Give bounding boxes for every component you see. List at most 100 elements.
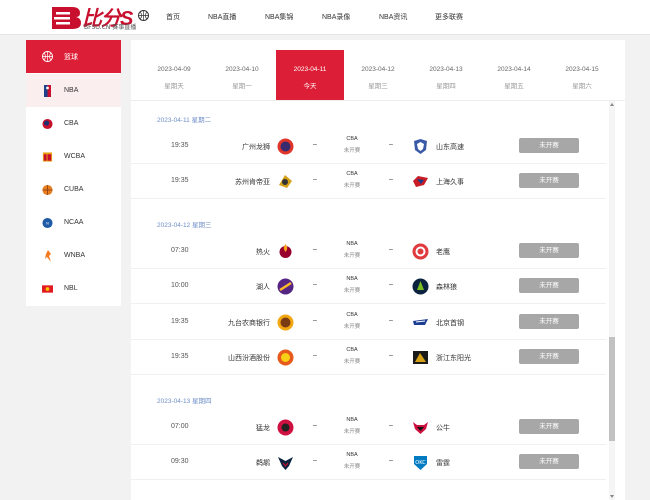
match-status-button[interactable]: 未开赛 — [519, 173, 579, 188]
date-tab-weekday: 星期三 — [368, 83, 388, 90]
home-team-logo-icon — [277, 419, 294, 436]
nbl-logo-icon — [42, 283, 53, 294]
home-team-logo-icon — [278, 457, 293, 470]
match-time: 10:00 — [171, 282, 189, 289]
date-tab[interactable]: 2023-04-15 星期六 — [548, 50, 616, 100]
score-separator: – — [389, 422, 393, 429]
sidebar-item-nba[interactable]: NBA — [26, 74, 121, 107]
score-separator: – — [389, 352, 393, 359]
site-header: 比分S BFSO.CN 赛事直播 首页 NBA直播 NBA集锦 NBA录像 NB… — [0, 0, 650, 35]
sidebar-item-cuba[interactable]: CUBA — [26, 173, 121, 206]
date-tab[interactable]: 2023-04-13 星期四 — [412, 50, 480, 100]
match-time: 07:30 — [171, 247, 189, 254]
cuba-logo-icon — [42, 184, 53, 195]
sidebar-item-wcba[interactable]: WCBA — [26, 140, 121, 173]
away-team-logo-icon — [413, 319, 428, 325]
home-team-name: 湖人 — [256, 284, 270, 291]
sidebar-item-label: CUBA — [64, 186, 84, 193]
home-team-name: 苏州肯帝亚 — [235, 179, 270, 186]
date-tab-today[interactable]: 2023-04-11 今天 — [276, 50, 344, 100]
date-tab-date: 2023-04-15 — [565, 66, 599, 73]
date-tab[interactable]: 2023-04-12 星期三 — [344, 50, 412, 100]
date-tab-weekday: 星期四 — [436, 83, 456, 90]
match-row[interactable]: 07:00 猛龙 – NBA 未开赛 – 公牛 未开赛 — [131, 410, 606, 445]
score-separator: – — [313, 457, 317, 464]
sidebar-item-nbl[interactable]: NBL — [26, 272, 121, 305]
match-status-button[interactable]: 未开赛 — [519, 138, 579, 153]
nav-nba-replays[interactable]: NBA录像 — [322, 0, 350, 35]
score-separator: – — [313, 176, 317, 183]
home-team-logo-icon — [279, 175, 292, 188]
date-tab-weekday: 今天 — [303, 83, 317, 90]
away-team-name: 公牛 — [436, 425, 450, 432]
score-separator: – — [389, 141, 393, 148]
sidebar-item-wnba[interactable]: WNBA — [26, 239, 121, 272]
league-sidebar: 篮球 NBA CBA WCBA CUBA N NCAA WNBA NBL — [26, 40, 121, 306]
away-team-name: 北京首钢 — [436, 320, 464, 327]
wcba-logo-icon — [42, 151, 53, 162]
sidebar-item-basketball[interactable]: 篮球 — [26, 40, 121, 73]
basketball-icon — [42, 51, 53, 62]
scroll-thumb[interactable] — [609, 337, 615, 441]
away-team-logo-icon — [412, 243, 429, 260]
day-header[interactable]: 2023-04-13 星期四 — [157, 395, 212, 405]
match-row[interactable]: 09:30 鹈鹕 – NBA 未开赛 – OKC 雷霆 未开赛 — [131, 445, 606, 480]
away-team-name: 山东高速 — [436, 144, 464, 151]
date-tab-date: 2023-04-13 — [429, 66, 463, 73]
sidebar-item-ncaa[interactable]: N NCAA — [26, 206, 121, 239]
date-tab-date: 2023-04-09 — [157, 66, 191, 73]
league-label: NBA — [346, 276, 358, 282]
list-scrollbar[interactable] — [609, 101, 615, 500]
date-tab[interactable]: 2023-04-09 星期天 — [140, 50, 208, 100]
date-tab-date: 2023-04-14 — [497, 66, 531, 73]
nav-nba-live[interactable]: NBA直播 — [208, 0, 236, 35]
match-status-button[interactable]: 未开赛 — [519, 349, 579, 364]
home-team-logo-icon — [277, 314, 294, 331]
match-status-button[interactable]: 未开赛 — [519, 454, 579, 469]
league-label: CBA — [346, 136, 358, 142]
svg-text:OKC: OKC — [415, 460, 426, 466]
score-separator: – — [389, 317, 393, 324]
sidebar-item-cba[interactable]: CBA — [26, 107, 121, 140]
score-separator: – — [313, 352, 317, 359]
match-row[interactable]: 19:35 山西汾酒股份 – CBA 未开赛 – 浙江东阳光 未开赛 — [131, 340, 606, 375]
match-status-button[interactable]: 未开赛 — [519, 419, 579, 434]
match-row[interactable]: 10:00 湖人 – NBA 未开赛 – 森林狼 未开赛 — [131, 269, 606, 304]
score-separator: – — [389, 457, 393, 464]
match-row[interactable]: 19:35 广州龙狮 – CBA 未开赛 – 山东高速 未开赛 — [131, 129, 606, 164]
scroll-up-arrow-icon[interactable] — [610, 103, 614, 106]
match-time: 19:35 — [171, 177, 189, 184]
league-label: CBA — [346, 347, 358, 353]
date-tab[interactable]: 2023-04-14 星期五 — [480, 50, 548, 100]
match-state: 未开赛 — [343, 288, 361, 294]
nav-nba-highlights[interactable]: NBA集锦 — [265, 0, 293, 35]
match-row[interactable]: 19:35 苏州肯帝亚 – CBA 未开赛 – 上海久事 未开赛 — [131, 164, 606, 199]
match-status-button[interactable]: 未开赛 — [519, 243, 579, 258]
schedule-panel: 2023-04-09 星期天 2023-04-10 星期一 2023-04-11… — [131, 40, 625, 500]
nav-home[interactable]: 首页 — [166, 0, 180, 35]
home-team-name: 山西汾酒股份 — [228, 355, 270, 362]
match-row[interactable]: 07:30 热火 – NBA 未开赛 – 老鹰 未开赛 — [131, 234, 606, 269]
nav-nba-news[interactable]: NBA资讯 — [379, 0, 407, 35]
nav-more-leagues[interactable]: 更多联赛 — [435, 0, 463, 35]
score-separator: – — [313, 317, 317, 324]
match-state: 未开赛 — [343, 429, 361, 435]
day-header[interactable]: 2023-04-12 星期三 — [157, 219, 212, 229]
day-header[interactable]: 2023-04-11 星期二 — [157, 114, 211, 124]
scroll-down-arrow-icon[interactable] — [610, 495, 614, 498]
match-row[interactable]: 19:35 九台农商银行 – CBA 未开赛 – 北京首钢 未开赛 — [131, 305, 606, 340]
site-logo[interactable]: 比分S BFSO.CN 赛事直播 — [50, 3, 150, 32]
away-team-name: 浙江东阳光 — [436, 355, 471, 362]
away-team-name: 森林狼 — [436, 284, 457, 291]
match-status-button[interactable]: 未开赛 — [519, 278, 579, 293]
home-team-name: 热火 — [256, 249, 270, 256]
sidebar-item-label: NBL — [64, 285, 78, 292]
away-team-name: 上海久事 — [436, 179, 464, 186]
logo-subtitle: BFSO.CN 赛事直播 — [84, 24, 137, 31]
league-label: NBA — [346, 452, 358, 458]
date-tab[interactable]: 2023-04-10 星期一 — [208, 50, 276, 100]
score-separator: – — [313, 422, 317, 429]
match-state: 未开赛 — [343, 148, 361, 154]
match-status-button[interactable]: 未开赛 — [519, 314, 579, 329]
league-label: CBA — [346, 312, 358, 318]
